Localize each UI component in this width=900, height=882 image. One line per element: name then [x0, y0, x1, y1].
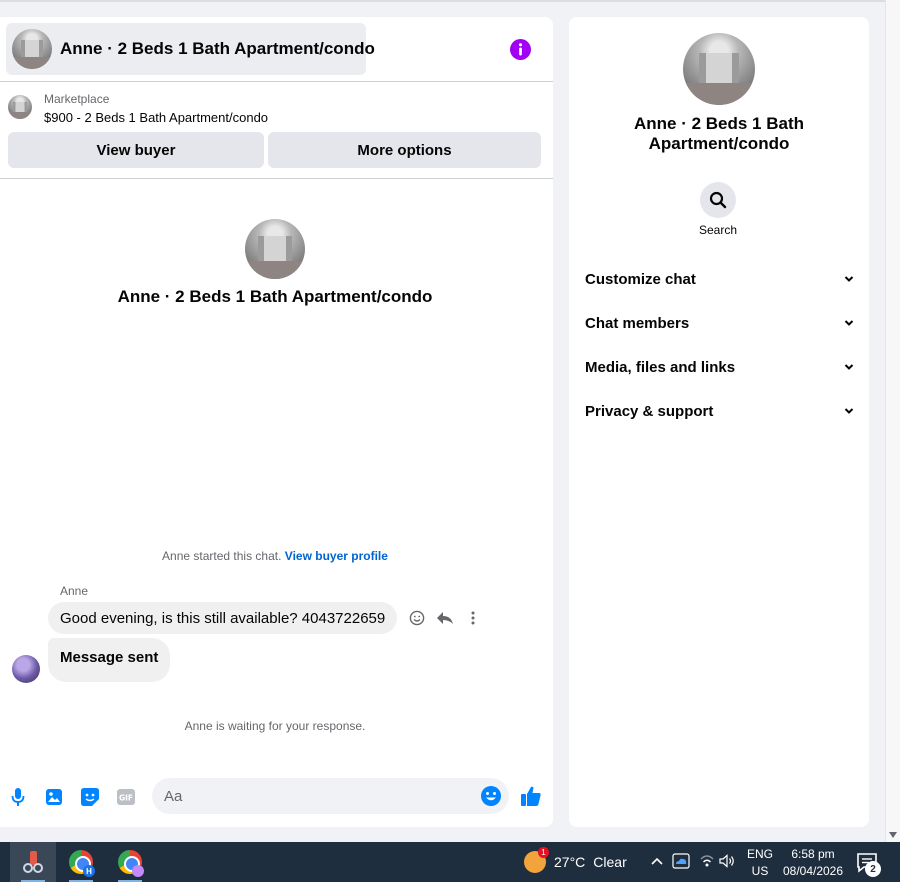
item-label: Privacy & support: [585, 402, 714, 420]
photo-icon[interactable]: [43, 786, 65, 808]
chevron-down-icon: [844, 364, 854, 370]
item-label: Media, files and links: [585, 358, 736, 376]
profile-avatar: [683, 33, 755, 105]
taskbar-app-chrome-2[interactable]: [110, 842, 150, 882]
message-actions: [408, 609, 482, 627]
page-scrollbar[interactable]: [885, 0, 900, 842]
search-button[interactable]: [700, 182, 736, 218]
chat-header-button[interactable]: Anne · 2 Beds 1 Bath Apartment/condo: [6, 23, 375, 75]
language-code: ENG: [746, 847, 773, 861]
view-buyer-profile-link[interactable]: View buyer profile: [285, 549, 388, 563]
weather-widget[interactable]: 1 27°C Clear: [524, 847, 627, 874]
started-text: Anne started this chat.: [162, 549, 282, 563]
language-indicator[interactable]: ENG US: [746, 846, 774, 880]
keyboard-layout: US: [751, 864, 769, 878]
taskbar-app-snipping-tool[interactable]: [10, 842, 56, 882]
react-icon[interactable]: [408, 609, 426, 627]
conversation-avatar: [245, 219, 305, 279]
marketplace-label: Marketplace: [44, 92, 110, 106]
chevron-up-icon[interactable]: [648, 852, 666, 870]
chat-title: Anne · 2 Beds 1 Bath Apartment/condo: [60, 39, 375, 58]
scroll-down-arrow-icon[interactable]: [889, 832, 897, 838]
info-icon[interactable]: [510, 39, 531, 60]
sender-avatar[interactable]: [12, 655, 40, 683]
chevron-down-icon: [844, 408, 854, 414]
more-options-button[interactable]: More options: [268, 132, 541, 168]
profile-badge: H: [83, 865, 95, 877]
clock-time: 6:58 pm: [791, 847, 835, 861]
weather-badge: 1: [538, 847, 549, 858]
temperature: 27°C: [554, 854, 586, 870]
system-clock[interactable]: 6:58 pm 08/04/2026: [780, 846, 846, 880]
message-bubble[interactable]: Message sent: [48, 638, 171, 682]
sender-name: Anne: [60, 584, 89, 598]
reply-icon[interactable]: [436, 609, 454, 627]
top-border: [0, 0, 885, 2]
onedrive-icon[interactable]: [672, 852, 690, 870]
clock-date: 08/04/2026: [782, 864, 844, 878]
chat-started-notice: Anne started this chat. View buyer profi…: [0, 549, 550, 563]
thumbs-up-icon[interactable]: [519, 784, 543, 808]
profile-title: Anne · 2 Beds 1 Bath Apartment/condo: [633, 114, 805, 153]
notification-count: 2: [865, 861, 881, 877]
more-icon[interactable]: [464, 609, 482, 627]
moon-icon: 1: [524, 847, 549, 873]
customize-chat-item[interactable]: Customize chat: [585, 267, 855, 291]
conversation-title: Anne · 2 Beds 1 Bath Apartment/condo: [117, 287, 433, 306]
weather-condition: Clear: [593, 854, 627, 870]
composer: GIF: [0, 775, 553, 819]
media-files-links-item[interactable]: Media, files and links: [585, 355, 855, 379]
marketplace-divider: [0, 178, 553, 179]
svg-text:GIF: GIF: [119, 794, 133, 803]
windows-taskbar: H 1 27°C Clear ENG US 6:58 pm 08/04/2026…: [0, 842, 900, 882]
chat-members-item[interactable]: Chat members: [585, 311, 855, 335]
emoji-icon[interactable]: [480, 785, 502, 807]
volume-icon[interactable]: [718, 852, 736, 870]
listing-avatar: [12, 29, 52, 69]
message-input[interactable]: [152, 778, 509, 814]
item-label: Customize chat: [585, 270, 696, 288]
chat-panel: Anne · 2 Beds 1 Bath Apartment/condo Mar…: [0, 17, 553, 827]
chevron-down-icon: [844, 276, 854, 282]
listing-title[interactable]: $900 - 2 Beds 1 Bath Apartment/condo: [44, 110, 268, 125]
microphone-icon[interactable]: [7, 786, 29, 808]
wifi-icon[interactable]: [698, 852, 716, 870]
search-icon: [709, 191, 727, 209]
chat-info-panel: Anne · 2 Beds 1 Bath Apartment/condo Sea…: [569, 17, 869, 827]
view-buyer-button[interactable]: View buyer: [8, 132, 264, 168]
privacy-support-item[interactable]: Privacy & support: [585, 399, 855, 423]
item-label: Chat members: [585, 314, 690, 332]
chevron-down-icon: [844, 320, 854, 326]
taskbar-app-chrome-1[interactable]: H: [61, 842, 101, 882]
header-divider: [0, 81, 553, 82]
gif-icon[interactable]: GIF: [115, 786, 137, 808]
sticker-icon[interactable]: [79, 786, 101, 808]
scissors-icon: [23, 851, 43, 873]
message-bubble[interactable]: Good evening, is this still available? 4…: [48, 602, 398, 634]
search-label: Search: [698, 223, 738, 237]
profile-badge-avatar: [132, 865, 144, 877]
marketplace-listing-avatar[interactable]: [8, 95, 32, 119]
waiting-notice: Anne is waiting for your response.: [184, 719, 366, 733]
